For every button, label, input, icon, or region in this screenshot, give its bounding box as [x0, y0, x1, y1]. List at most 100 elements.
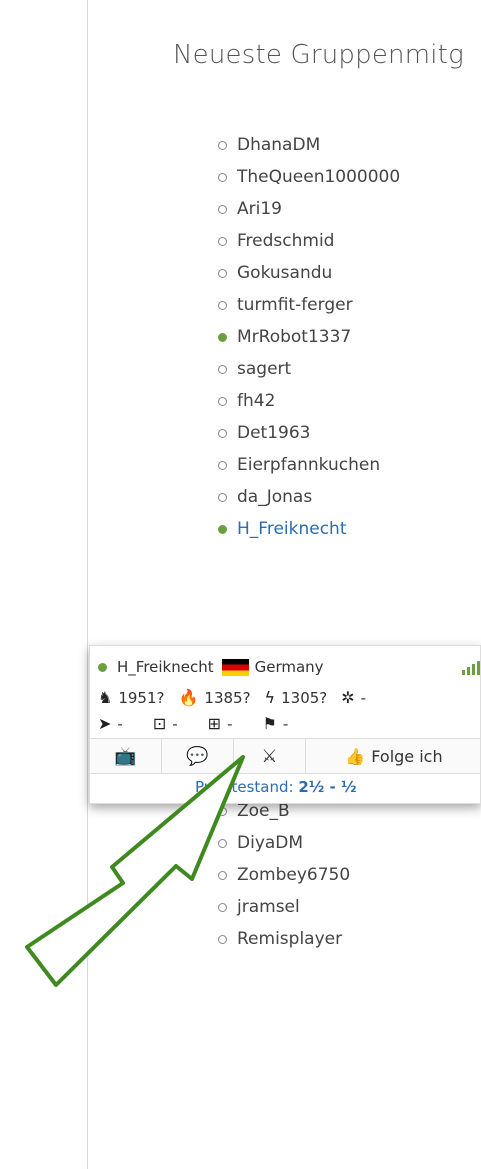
rating-value: 1951? [118, 688, 165, 707]
member-list-item[interactable]: DhanaDM [218, 130, 320, 160]
offline-status-dot [218, 236, 227, 246]
bullet-icon: ♞ [98, 688, 113, 707]
member-name[interactable]: MrRobot1337 [237, 327, 351, 347]
lightning-icon: ϟ [264, 688, 276, 707]
germany-flag-icon [221, 658, 249, 676]
score-value: 2½ - ½ [298, 778, 357, 796]
offline-status-dot [218, 428, 227, 438]
member-name[interactable]: Zombey6750 [237, 865, 350, 885]
popup-header: H_Freiknecht Germany [98, 658, 324, 676]
offline-status-dot [218, 268, 227, 278]
member-list-item[interactable]: MrRobot1337 [218, 322, 351, 352]
member-list-item[interactable]: DiyaDM [218, 828, 303, 858]
member-name[interactable]: jramsel [237, 897, 300, 917]
popup-country: Germany [254, 658, 324, 676]
rating-stat: ⚑ - [262, 714, 288, 733]
offline-status-dot [218, 934, 227, 944]
member-list-item[interactable]: sagert [218, 354, 291, 384]
member-list-item[interactable]: H_Freiknecht [218, 514, 347, 544]
offline-status-dot [218, 806, 227, 816]
member-list-item[interactable]: TheQueen1000000 [218, 162, 400, 192]
variant-icon: ✲ [341, 688, 355, 707]
member-list-item[interactable]: Remisplayer [218, 924, 342, 954]
follow-button[interactable]: 👍 Folge ich [306, 739, 480, 773]
online-status-dot [98, 662, 107, 672]
chat-bubble-icon: 💬 [186, 745, 209, 767]
rating-stat: ϟ 1305? [265, 688, 328, 707]
user-popup-card: H_Freiknecht Germany ♞ 1951? 🔥 1385? ϟ 1305? ✲… [89, 645, 481, 804]
online-status-dot [218, 332, 227, 342]
popup-action-bar: 📺 💬 ⚔ 👍 Folge ich [90, 738, 480, 774]
member-name[interactable]: fh42 [237, 391, 275, 411]
offline-status-dot [218, 140, 227, 150]
member-name[interactable]: DiyaDM [237, 833, 303, 853]
offline-status-dot [218, 902, 227, 912]
member-name[interactable]: Gokusandu [237, 263, 332, 283]
tv-icon: 📺 [114, 745, 137, 767]
member-name[interactable]: da_Jonas [237, 487, 312, 507]
member-list-item[interactable]: da_Jonas [218, 482, 312, 512]
member-list-item[interactable]: Eierpfannkuchen [218, 450, 380, 480]
offline-status-dot [218, 396, 227, 406]
flag-icon: ⚑ [262, 714, 277, 733]
rating-value: - [117, 714, 123, 733]
watch-button[interactable]: 📺 [90, 739, 162, 773]
member-name[interactable]: turmfit-ferger [237, 295, 353, 315]
offline-status-dot [218, 204, 227, 214]
rating-value: - [282, 714, 289, 733]
rapid-icon: ⊡ [152, 714, 167, 733]
member-list-item[interactable]: Ari19 [218, 194, 282, 224]
cursor-icon: ➤ [98, 714, 112, 733]
ratings-row-2: ➤ - ⊡ - ⊞ - ⚑ - [98, 714, 318, 733]
offline-status-dot [218, 492, 227, 502]
rating-stat: ♞ 1951? [98, 688, 164, 707]
member-name[interactable]: H_Freiknecht [237, 519, 347, 539]
rating-stat: ⊡ - [153, 714, 178, 733]
sidebar-divider [87, 0, 88, 1169]
member-name[interactable]: sagert [237, 359, 291, 379]
rating-stat: ➤ - [98, 714, 123, 733]
member-name[interactable]: TheQueen1000000 [237, 167, 400, 187]
challenge-button[interactable]: ⚔ [234, 739, 306, 773]
rating-value: 1305? [281, 688, 328, 707]
member-list-item[interactable]: jramsel [218, 892, 300, 922]
member-list-item[interactable]: Zombey6750 [218, 860, 350, 890]
thumbs-up-icon: 👍 [345, 746, 366, 766]
offline-status-dot [218, 300, 227, 310]
member-list-item[interactable]: Gokusandu [218, 258, 332, 288]
offline-status-dot [218, 460, 227, 470]
message-button[interactable]: 💬 [162, 739, 234, 773]
rating-stat: 🔥 1385? [178, 688, 250, 707]
follow-label: Folge ich [371, 746, 443, 766]
classical-icon: ⊞ [207, 714, 222, 733]
score-label: Punktestand: [195, 778, 294, 796]
member-name[interactable]: Eierpfannkuchen [237, 455, 380, 475]
popup-username[interactable]: H_Freiknecht [117, 658, 214, 676]
member-list-item[interactable]: fh42 [218, 386, 275, 416]
offline-status-dot [218, 172, 227, 182]
rating-value: - [172, 714, 178, 733]
member-name[interactable]: Ari19 [237, 199, 282, 219]
signal-strength-icon [462, 661, 480, 675]
offline-status-dot [218, 870, 227, 880]
online-status-dot [218, 524, 227, 534]
score-line: Punktestand: 2½ - ½ [195, 778, 357, 796]
rating-value: - [227, 714, 233, 733]
offline-status-dot [218, 364, 227, 374]
member-list-item[interactable]: Fredschmid [218, 226, 334, 256]
member-name[interactable]: Zoe_B [237, 801, 290, 821]
member-list-item[interactable]: turmfit-ferger [218, 290, 353, 320]
member-name[interactable]: Fredschmid [237, 231, 334, 251]
rating-stat: ⊞ - [208, 714, 233, 733]
member-name[interactable]: Remisplayer [237, 929, 342, 949]
member-name[interactable]: DhanaDM [237, 135, 320, 155]
ratings-row-1: ♞ 1951? 🔥 1385? ϟ 1305? ✲ - [98, 688, 380, 707]
rating-value: - [360, 688, 367, 707]
member-name[interactable]: Det1963 [237, 423, 310, 443]
section-heading: Neueste Gruppenmitg [173, 40, 464, 70]
offline-status-dot [218, 838, 227, 848]
member-list-item[interactable]: Det1963 [218, 418, 310, 448]
crossed-swords-icon: ⚔ [261, 745, 278, 767]
blitz-icon: 🔥 [178, 688, 199, 707]
rating-stat: ✲ - [341, 688, 366, 707]
